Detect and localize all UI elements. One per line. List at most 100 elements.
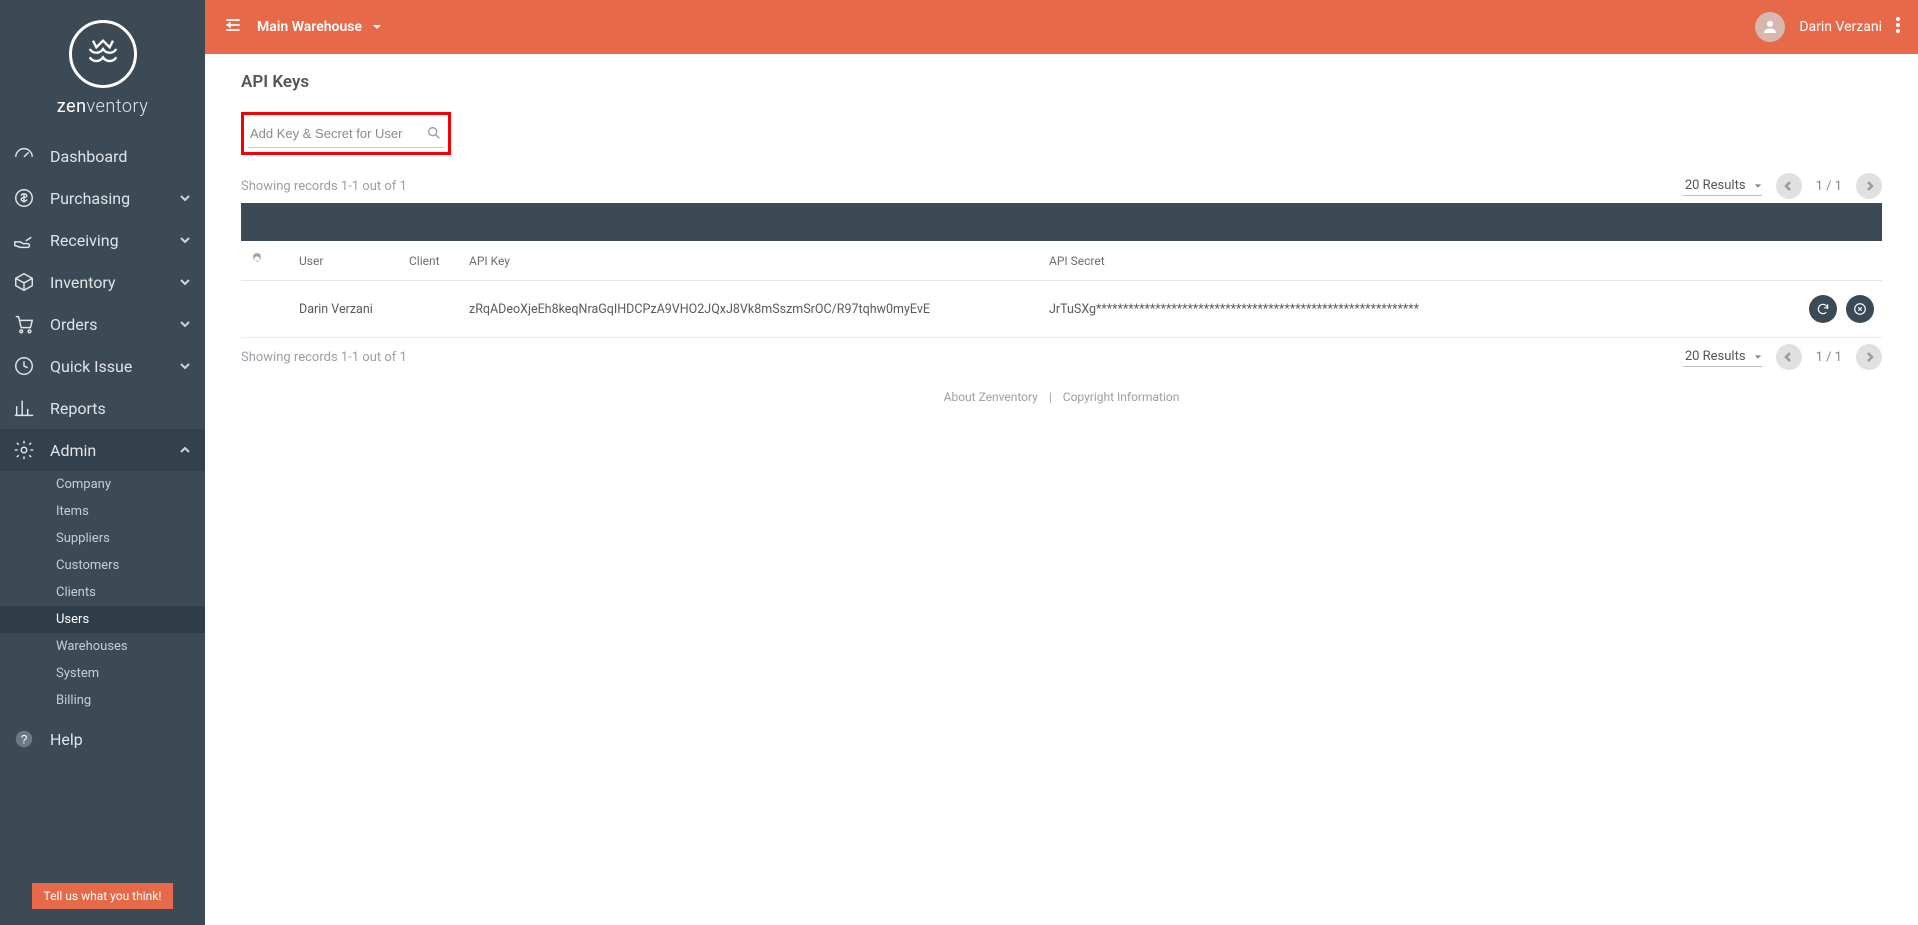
- nav-label: Reports: [50, 399, 191, 418]
- gear-icon: [12, 438, 36, 462]
- add-key-search[interactable]: [248, 119, 444, 148]
- app-logo-icon: [69, 20, 137, 88]
- cell-user: Darin Verzani: [291, 281, 401, 338]
- chevron-up-icon: [179, 441, 191, 460]
- subnav-label: System: [56, 666, 99, 681]
- avatar[interactable]: [1755, 12, 1785, 42]
- cart-icon: [12, 312, 36, 336]
- nav-item-dashboard[interactable]: Dashboard: [0, 135, 205, 177]
- records-bar-bottom: Showing records 1-1 out of 1 20 Results …: [241, 344, 1882, 370]
- brand-name: zenventory: [0, 96, 205, 117]
- nav-label: Dashboard: [50, 147, 191, 166]
- svg-text:?: ?: [21, 733, 28, 747]
- records-text: Showing records 1-1 out of 1: [241, 350, 1669, 365]
- nav-label: Purchasing: [50, 189, 165, 208]
- dollar-circle-icon: [12, 186, 36, 210]
- subnav-label: Clients: [56, 585, 96, 600]
- add-key-input[interactable]: [250, 126, 426, 141]
- cell-client: [401, 281, 461, 338]
- th-apikey[interactable]: API Key: [461, 241, 1041, 281]
- subnav-users[interactable]: Users: [0, 606, 205, 633]
- subnav-label: Warehouses: [56, 639, 128, 654]
- content: API Keys Showing records 1-1 out of 1 20…: [205, 54, 1918, 925]
- footer-copyright-link[interactable]: Copyright Information: [1063, 390, 1180, 404]
- subnav-clients[interactable]: Clients: [0, 579, 205, 606]
- regenerate-key-button[interactable]: [1809, 295, 1837, 323]
- subnav-label: Suppliers: [56, 531, 110, 546]
- chevron-down-icon: [179, 357, 191, 376]
- feedback-button[interactable]: Tell us what you think!: [32, 883, 174, 909]
- prev-page-button[interactable]: [1776, 344, 1802, 370]
- brand-rest: ventory: [87, 96, 149, 117]
- user-name[interactable]: Darin Verzani: [1799, 19, 1882, 35]
- nav-item-help[interactable]: ? Help: [0, 718, 205, 760]
- nav-item-orders[interactable]: Orders: [0, 303, 205, 345]
- page-indicator: 1 / 1: [1816, 179, 1842, 194]
- subnav-label: Customers: [56, 558, 119, 573]
- subnav-suppliers[interactable]: Suppliers: [0, 525, 205, 552]
- th-user[interactable]: User: [291, 241, 401, 281]
- results-label: 20 Results: [1685, 178, 1746, 193]
- box-icon: [12, 270, 36, 294]
- collapse-sidebar-button[interactable]: [223, 15, 243, 39]
- bar-chart-icon: [12, 396, 36, 420]
- delete-key-button[interactable]: [1846, 295, 1874, 323]
- nav-label: Inventory: [50, 273, 165, 292]
- results-per-page-dropdown[interactable]: 20 Results: [1683, 176, 1762, 196]
- th-client[interactable]: Client: [401, 241, 461, 281]
- results-per-page-dropdown[interactable]: 20 Results: [1683, 347, 1762, 367]
- nav-label: Receiving: [50, 231, 165, 250]
- warehouse-selector[interactable]: Main Warehouse: [257, 19, 382, 35]
- nav-item-quick-issue[interactable]: Quick Issue: [0, 345, 205, 387]
- subnav-billing[interactable]: Billing: [0, 687, 205, 714]
- brand-bold: zen: [57, 96, 87, 117]
- th-apisecret[interactable]: API Secret: [1041, 241, 1792, 281]
- hand-receive-icon: [12, 228, 36, 252]
- chevron-down-icon: [179, 273, 191, 292]
- caret-down-icon: [1754, 353, 1762, 361]
- results-label: 20 Results: [1685, 349, 1746, 364]
- records-text: Showing records 1-1 out of 1: [241, 179, 1669, 194]
- api-keys-table: User Client API Key API Secret Darin Ver…: [241, 241, 1882, 338]
- clock-icon: [12, 354, 36, 378]
- subnav-items[interactable]: Items: [0, 498, 205, 525]
- prev-page-button[interactable]: [1776, 173, 1802, 199]
- table-dark-band: [241, 203, 1882, 241]
- cell-apikey: zRqADeoXjeEh8keqNraGqIHDCPzA9VHO2JQxJ8Vk…: [461, 281, 1041, 338]
- nav: Dashboard Purchasing Receiving Inventory…: [0, 135, 205, 471]
- gauge-icon: [12, 144, 36, 168]
- warehouse-label: Main Warehouse: [257, 19, 362, 35]
- nav-label: Quick Issue: [50, 357, 165, 376]
- page-indicator: 1 / 1: [1816, 350, 1842, 365]
- logo-block: zenventory: [0, 0, 205, 127]
- nav-item-admin[interactable]: Admin: [0, 429, 205, 471]
- subnav-label: Items: [56, 504, 89, 519]
- page-title: API Keys: [241, 72, 1882, 92]
- subnav-label: Company: [56, 477, 111, 492]
- footer-about-link[interactable]: About Zenventory: [944, 390, 1038, 404]
- user-icon: [1761, 18, 1779, 36]
- caret-down-icon: [1754, 182, 1762, 190]
- records-bar-top: Showing records 1-1 out of 1 20 Results …: [241, 173, 1882, 199]
- table-row: Darin Verzani zRqADeoXjeEh8keqNraGqIHDCP…: [241, 281, 1882, 338]
- next-page-button[interactable]: [1856, 344, 1882, 370]
- nav-help-row: ? Help: [0, 718, 205, 760]
- chevron-down-icon: [179, 189, 191, 208]
- caret-down-icon: [372, 22, 382, 32]
- help-icon: ?: [12, 727, 36, 751]
- subnav-warehouses[interactable]: Warehouses: [0, 633, 205, 660]
- gear-column-header[interactable]: [241, 241, 291, 281]
- nav-label: Admin: [50, 441, 165, 460]
- main: Main Warehouse Darin Verzani API Keys: [205, 0, 1918, 925]
- kebab-menu-button[interactable]: [1896, 17, 1900, 37]
- nav-label: Help: [50, 730, 191, 749]
- subnav-system[interactable]: System: [0, 660, 205, 687]
- subnav-company[interactable]: Company: [0, 471, 205, 498]
- subnav-customers[interactable]: Customers: [0, 552, 205, 579]
- nav-item-receiving[interactable]: Receiving: [0, 219, 205, 261]
- nav-item-purchasing[interactable]: Purchasing: [0, 177, 205, 219]
- next-page-button[interactable]: [1856, 173, 1882, 199]
- cell-apisecret: JrTuSXg*********************************…: [1041, 281, 1792, 338]
- nav-item-reports[interactable]: Reports: [0, 387, 205, 429]
- nav-item-inventory[interactable]: Inventory: [0, 261, 205, 303]
